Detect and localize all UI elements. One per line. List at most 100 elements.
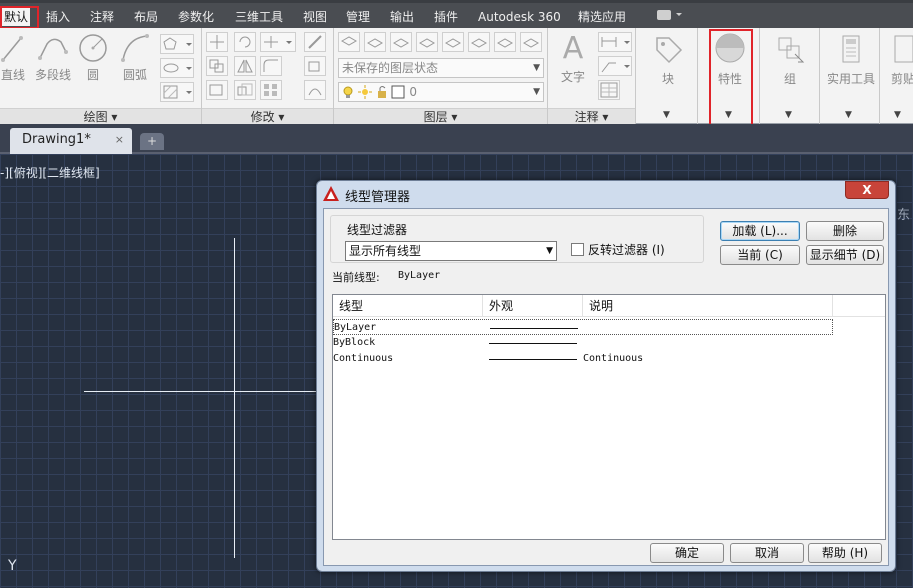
set-current-button[interactable]: 当前 (C) (720, 245, 800, 265)
mirror-icon (237, 59, 253, 73)
hatch-button[interactable] (160, 82, 194, 102)
column-header-appearance[interactable]: 外观 (483, 295, 583, 317)
delete-button[interactable]: 删除 (806, 221, 884, 241)
stretch-icon (209, 84, 223, 96)
layer-tool-1-button[interactable] (364, 32, 386, 52)
layer-properties-icon (340, 36, 358, 46)
new-tab-button[interactable]: + (140, 133, 164, 150)
polygon-button[interactable] (160, 34, 194, 54)
array-button[interactable] (260, 80, 282, 100)
clipboard-panel: 剪贴 ▼ (880, 28, 913, 124)
annotation-panel-title[interactable]: 注释 ▾ (548, 108, 635, 124)
column-header-linetype[interactable]: 线型 (333, 295, 483, 317)
close-icon[interactable]: × (115, 128, 124, 152)
video-icon[interactable] (656, 8, 682, 26)
menu-tab-3d-tools[interactable]: 三维工具 (235, 8, 283, 26)
layer-stack-icon (392, 38, 410, 48)
circle-tool[interactable]: 圆 (78, 32, 108, 83)
column-header-description[interactable]: 说明 (583, 295, 833, 317)
clipboard-tool[interactable]: 剪贴 (888, 32, 913, 87)
fillet-button[interactable] (260, 56, 282, 76)
explode-button[interactable] (304, 56, 326, 76)
stretch-button[interactable] (206, 80, 228, 100)
linetype-list[interactable]: 线型 外观 说明 ByLayer ByBlock Continuous Cont… (332, 294, 886, 540)
dimension-button[interactable] (598, 32, 632, 52)
move-button[interactable] (206, 32, 228, 52)
utilities-tool[interactable]: 实用工具 (824, 32, 878, 87)
block-panel: 块 ▼ (636, 28, 698, 124)
menu-tab-output[interactable]: 输出 (390, 8, 414, 26)
current-linetype-label: 当前线型: (332, 271, 380, 284)
draw-panel-title[interactable]: 绘图 ▾ (0, 108, 201, 124)
layer-tool-4-button[interactable] (442, 32, 464, 52)
polyline-tool[interactable]: 多段线 (34, 32, 72, 83)
close-button[interactable]: X (845, 181, 889, 199)
show-details-button[interactable]: 显示细节 (D) (806, 245, 884, 265)
menu-tab-featured-apps[interactable]: 精选应用 (578, 8, 626, 26)
layer-properties-button[interactable] (338, 32, 360, 52)
menu-tab-plugins[interactable]: 插件 (434, 8, 458, 26)
layer-tool-6-button[interactable] (494, 32, 516, 52)
cancel-button[interactable]: 取消 (730, 543, 804, 563)
rotate-icon (239, 36, 251, 48)
help-button[interactable]: 帮助 (H) (808, 543, 882, 563)
rotate-button[interactable] (234, 32, 256, 52)
copy-button[interactable] (206, 56, 228, 76)
modify-panel-title[interactable]: 修改 ▾ (202, 108, 333, 124)
invert-filter-checkbox[interactable] (571, 243, 584, 256)
chevron-down-icon: ▼ (533, 87, 540, 97)
ok-button[interactable]: 确定 (650, 543, 724, 563)
block-tool[interactable]: 块 (648, 32, 688, 87)
offset-button[interactable] (304, 80, 326, 100)
menu-tab-layout[interactable]: 布局 (134, 8, 158, 26)
current-layer-select[interactable]: 0 ▼ (338, 82, 544, 102)
layer-state-select[interactable]: 未保存的图层状态 ▼ (338, 58, 544, 78)
erase-button[interactable] (304, 32, 326, 52)
menu-tab-view[interactable]: 视图 (303, 8, 327, 26)
layer-stack-icon (496, 38, 514, 48)
utilities-label: 实用工具 (826, 72, 875, 86)
chevron-down-icon[interactable]: ▼ (845, 110, 852, 120)
modify-panel: 修改 ▾ (202, 28, 334, 124)
leader-button[interactable] (598, 56, 632, 76)
trim-button[interactable] (260, 32, 296, 52)
chevron-down-icon[interactable]: ▼ (663, 110, 670, 120)
layer-tool-3-button[interactable] (416, 32, 438, 52)
linetype-row-byblock[interactable]: ByBlock (333, 335, 833, 351)
menu-tab-autodesk-360[interactable]: Autodesk 360 (478, 8, 561, 26)
chevron-down-icon[interactable]: ▼ (894, 110, 901, 120)
dialog-body: 线型过滤器 显示所有线型 ▼ 反转过滤器 (I) 加载 (L)... 删除 当前… (323, 208, 889, 566)
menu-tab-insert[interactable]: 插入 (46, 8, 70, 26)
ellipse-button[interactable] (160, 58, 194, 78)
linetype-filter-value: 显示所有线型 (349, 244, 422, 258)
linetype-row-continuous[interactable]: Continuous Continuous (333, 351, 833, 367)
autocad-logo-icon (323, 186, 339, 201)
scale-button[interactable] (234, 80, 256, 100)
layer-tool-2-button[interactable] (390, 32, 412, 52)
chevron-down-icon[interactable]: ▼ (785, 110, 792, 120)
viewport-controls[interactable]: -][俯视][二维线框] (0, 164, 100, 181)
line-tool[interactable]: 直线 (0, 32, 26, 83)
dialog-titlebar[interactable]: 线型管理器 X (317, 181, 895, 207)
linetype-name: ByBlock (333, 337, 376, 348)
layer-stack-icon (366, 38, 384, 48)
layer-tool-5-button[interactable] (468, 32, 490, 52)
linetype-row-bylayer[interactable]: ByLayer (333, 319, 833, 335)
tab-drawing1[interactable]: Drawing1* × (10, 128, 132, 154)
menu-tab-manage[interactable]: 管理 (346, 8, 370, 26)
text-tool[interactable]: A 文字 (556, 32, 590, 85)
viewcube-compass-east[interactable]: 东 (897, 204, 910, 223)
layer-stack-icon (470, 38, 488, 48)
menu-tab-annotate[interactable]: 注释 (90, 8, 114, 26)
menu-tab-parametric[interactable]: 参数化 (178, 8, 214, 26)
layers-panel-title[interactable]: 图层 ▾ (334, 108, 547, 124)
arc-tool[interactable]: 圆弧 (118, 32, 152, 83)
crosshair-vertical (234, 238, 235, 558)
group-tool[interactable]: 组 (770, 32, 810, 87)
move-icon (210, 35, 224, 49)
mirror-button[interactable] (234, 56, 256, 76)
linetype-filter-select[interactable]: 显示所有线型 ▼ (345, 241, 557, 261)
load-button[interactable]: 加载 (L)... (720, 221, 800, 241)
layer-tool-7-button[interactable] (520, 32, 542, 52)
table-button[interactable] (598, 80, 620, 100)
